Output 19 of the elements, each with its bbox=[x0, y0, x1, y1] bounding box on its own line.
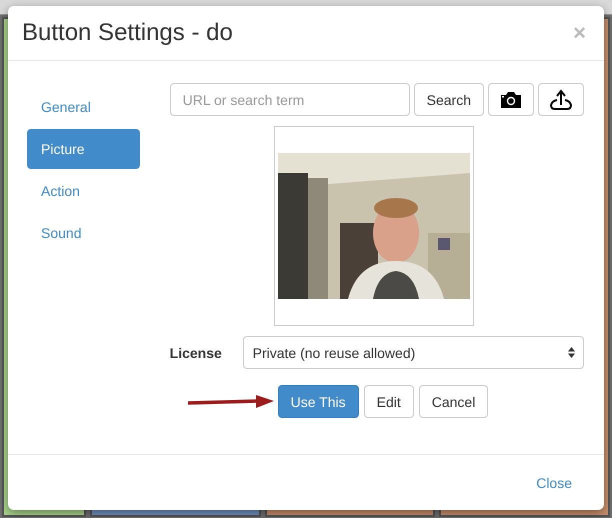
license-select[interactable]: Private (no reuse allowed) bbox=[242, 336, 584, 369]
upload-button[interactable] bbox=[538, 83, 584, 116]
close-link[interactable]: Close bbox=[534, 472, 574, 492]
sidebar-tab[interactable]: General bbox=[27, 87, 140, 127]
search-button[interactable]: Search bbox=[414, 83, 484, 116]
action-button[interactable]: Edit bbox=[364, 385, 414, 418]
sidebar-tab[interactable]: Sound bbox=[27, 213, 140, 253]
dropdown-caret-icon bbox=[568, 347, 575, 358]
close-button[interactable]: × bbox=[569, 20, 590, 46]
license-label: License bbox=[170, 344, 223, 360]
action-button[interactable]: Cancel bbox=[418, 385, 488, 418]
action-button[interactable]: Use This bbox=[278, 385, 359, 418]
search-field[interactable]: URL or search term bbox=[170, 83, 410, 116]
sidebar-tab[interactable]: Picture bbox=[27, 129, 140, 169]
dialog-title: Button Settings - do bbox=[22, 19, 233, 47]
upload-icon bbox=[549, 88, 573, 110]
camera-button[interactable] bbox=[488, 83, 534, 116]
camera-icon bbox=[499, 90, 523, 108]
sidebar-tab[interactable]: Action bbox=[27, 171, 140, 211]
